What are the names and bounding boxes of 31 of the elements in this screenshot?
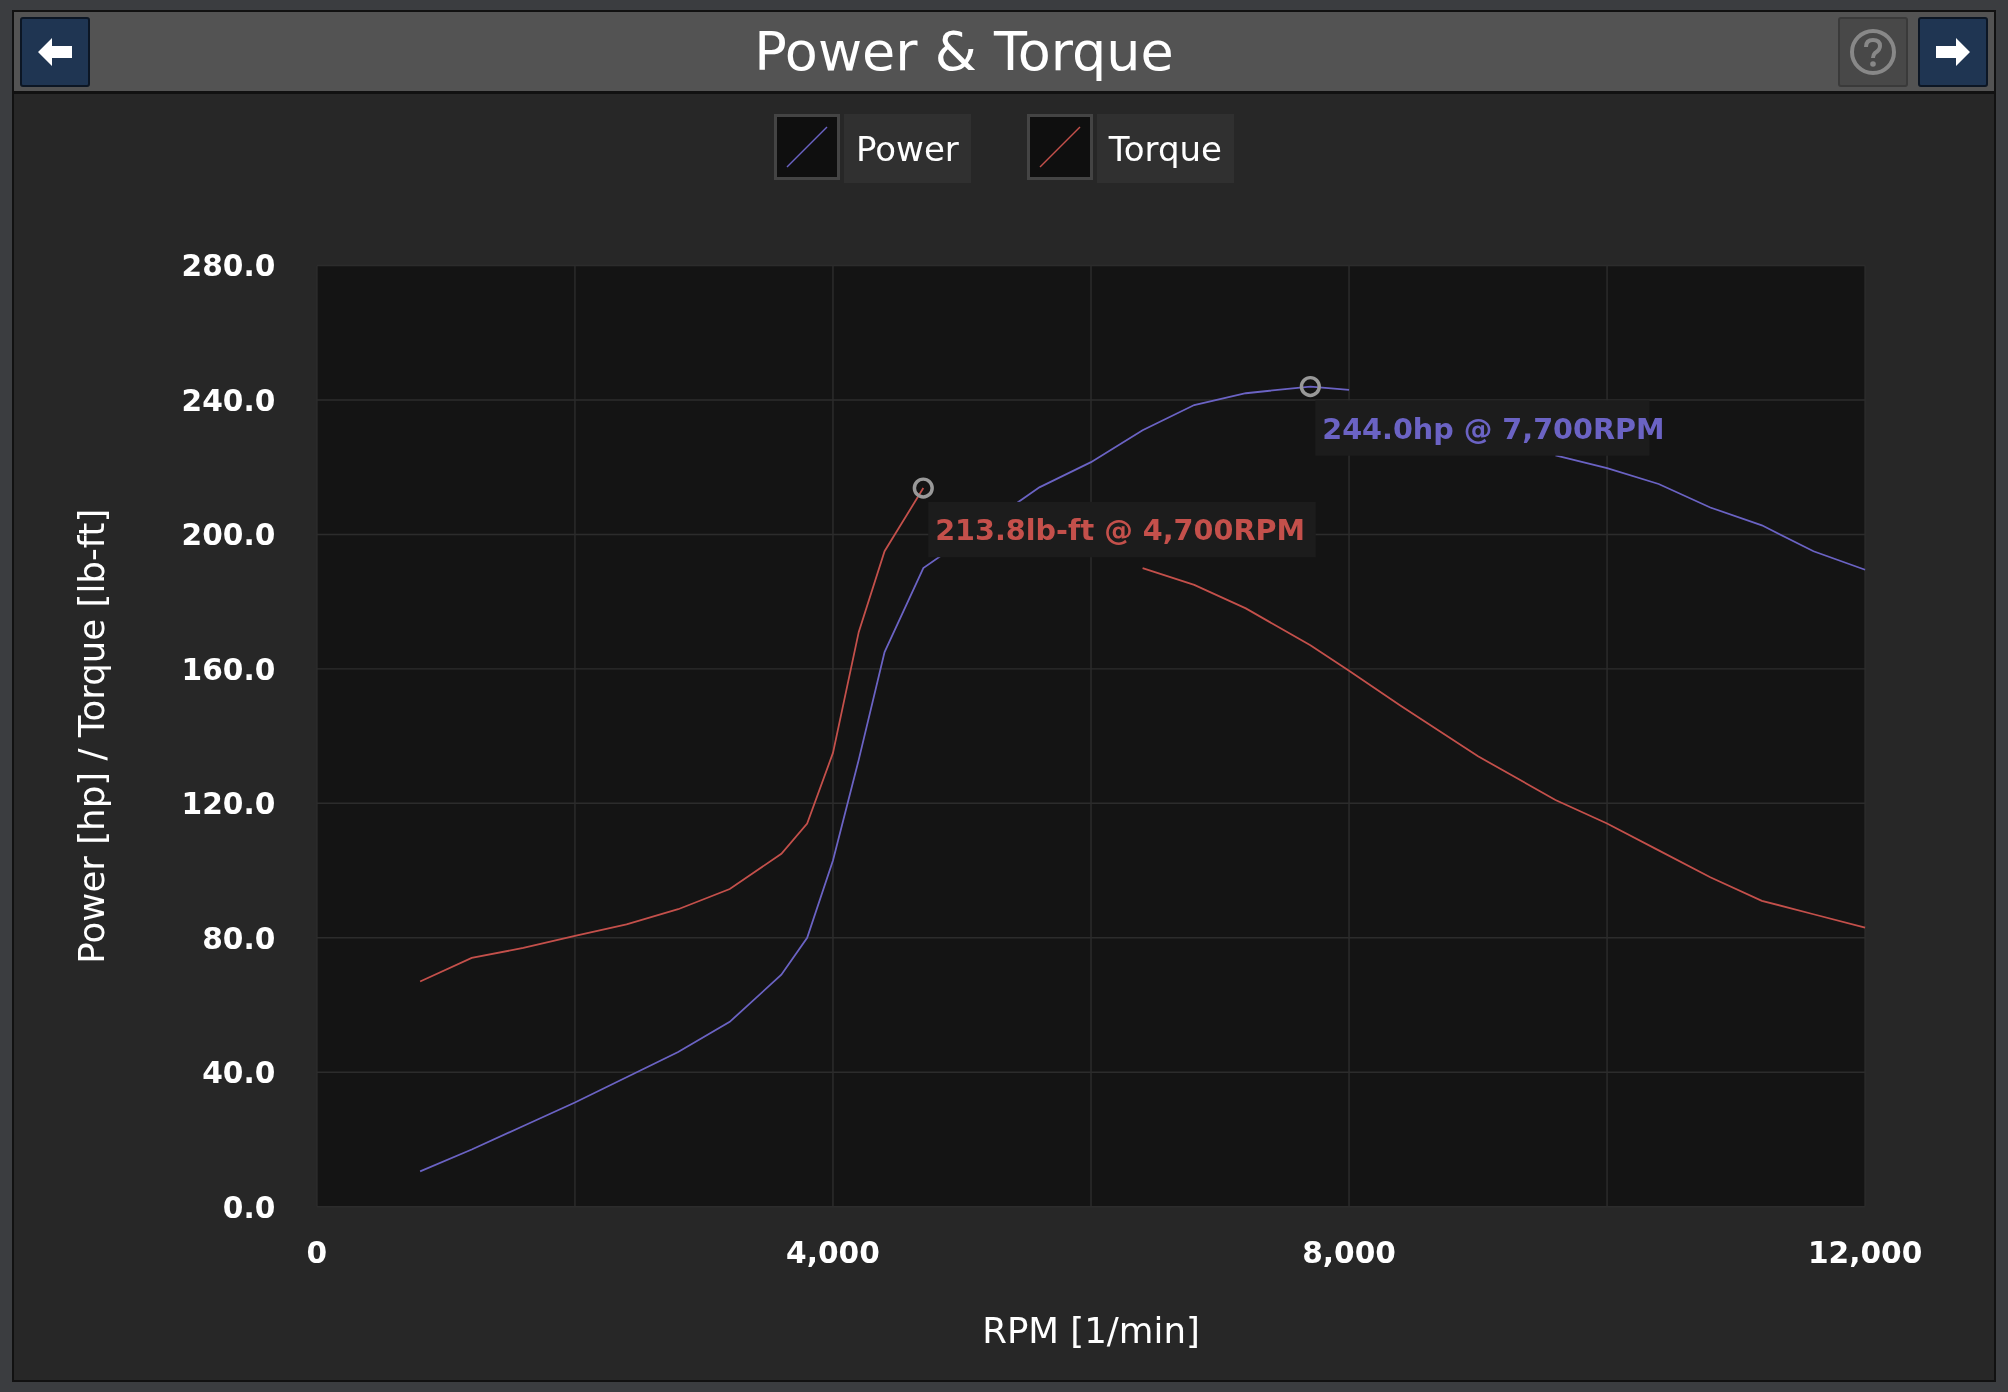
x-tick-label: 0 [306, 1235, 328, 1271]
y-tick-label: 240.0 [181, 383, 276, 419]
peak-marker [1299, 376, 1321, 398]
x-tick-label: 4,000 [786, 1235, 880, 1271]
y-tick-label: 280.0 [181, 248, 276, 284]
peak-marker [912, 477, 934, 499]
y-tick-label: 80.0 [202, 920, 276, 956]
x-tick-label: 8,000 [1302, 1235, 1396, 1271]
peak-label: 213.8lb-ft @ 4,700RPM [928, 502, 1316, 558]
y-tick-label: 40.0 [202, 1055, 276, 1091]
legend-swatch[interactable] [1026, 114, 1093, 181]
annotation: 244.0hp @ 7,700RPM [1322, 412, 1665, 447]
forward-button[interactable] [1918, 16, 1988, 87]
right-arrow-icon [1936, 37, 1970, 66]
back-button[interactable] [20, 16, 90, 87]
y-tick-label: 0.0 [222, 1189, 276, 1225]
help-icon [1849, 27, 1897, 76]
annotation: 213.8lb-ft @ 4,700RPM [935, 513, 1306, 548]
x-tick-label: 12,000 [1807, 1235, 1923, 1271]
x-axis-title: RPM [1/min] [982, 1310, 1200, 1352]
left-arrow-icon [38, 37, 72, 66]
y-tick-label: 120.0 [181, 786, 276, 822]
help-button[interactable] [1838, 16, 1908, 87]
y-tick-label: 160.0 [181, 652, 276, 688]
y-axis-title: Power [hp] / Torque [lb-ft] [71, 508, 113, 964]
window-title: Power & Torque [753, 24, 1175, 79]
y-tick-label: 200.0 [181, 517, 276, 553]
legend-label: Torque [1096, 114, 1234, 184]
peak-label: 244.0hp @ 7,700RPM [1315, 400, 1665, 456]
legend-swatch[interactable] [774, 114, 840, 181]
legend-label: Power [844, 114, 971, 184]
